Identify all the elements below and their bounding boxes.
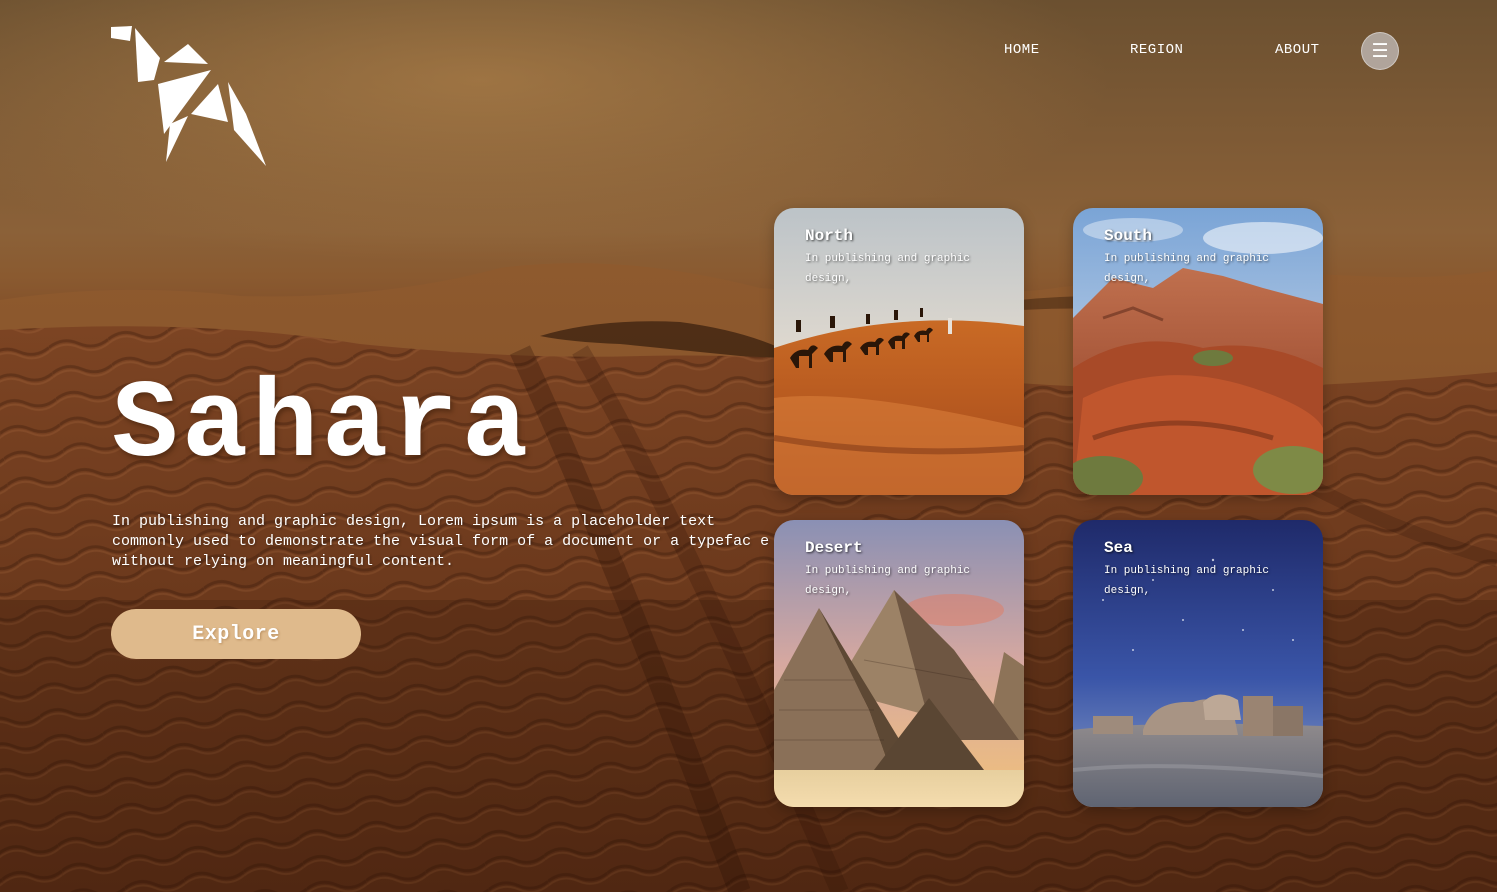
card-title: Desert <box>805 539 863 557</box>
card-text: In publishing and graphic design, <box>805 565 971 597</box>
card-text: In publishing and graphic design, <box>1104 253 1270 285</box>
region-card-sea[interactable]: Sea In publishing and graphic design, <box>1073 520 1323 807</box>
card-text: In publishing and graphic design, <box>805 253 971 285</box>
card-title: North <box>805 227 854 245</box>
menu-glyph: ☰ <box>1371 40 1389 62</box>
nav-link-home[interactable]: HOME <box>1004 42 1040 58</box>
card-title: Sea <box>1104 539 1133 557</box>
region-card-desert[interactable]: Desert In publishing and graphic design, <box>774 520 1024 807</box>
hamburger-menu-icon[interactable]: ☰ <box>1361 32 1399 70</box>
hero-title: Sahara <box>112 364 533 489</box>
explore-button[interactable]: Explore <box>111 609 361 659</box>
card-text: In publishing and graphic design, <box>1104 565 1270 597</box>
region-card-south[interactable]: South In publishing and graphic design, <box>1073 208 1323 495</box>
region-card-north[interactable]: North In publishing and graphic design, <box>774 208 1024 495</box>
nav-link-region[interactable]: REGION <box>1130 42 1183 58</box>
card-title: South <box>1104 227 1153 245</box>
nav-link-about[interactable]: ABOUT <box>1275 42 1320 58</box>
hero-description: In publishing and graphic design, Lorem … <box>112 513 770 570</box>
top-navigation: HOME REGION ABOUT <box>0 42 1497 62</box>
